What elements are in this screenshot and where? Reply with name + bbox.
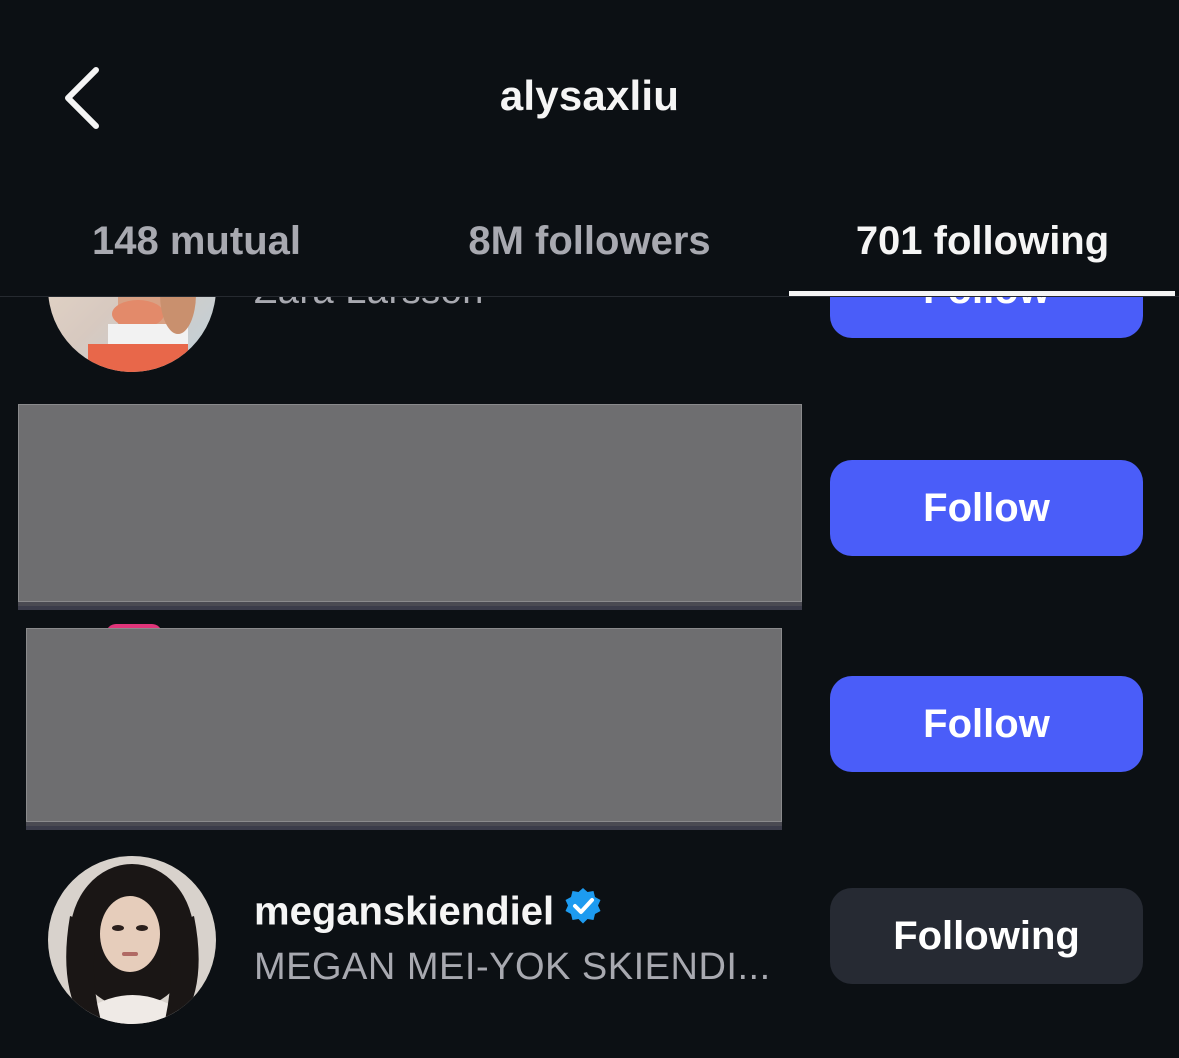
following-button[interactable]: Following [830,888,1143,984]
avatar[interactable] [48,856,216,1024]
top-bar: alysaxliu [0,0,1179,200]
follow-button[interactable]: Follow [830,296,1143,338]
list-item[interactable]: Zara Larsson Follow [0,296,1179,376]
username: meganskiendiel [254,888,604,940]
tab-following[interactable]: 701 following [786,206,1179,276]
list-item[interactable]: meganskiendiel MEGAN MEI-YOK SKIENDI... … [0,832,1179,1048]
redacted-block [26,628,782,822]
following-list[interactable]: Zara Larsson Follow Follow Follow [0,296,1179,1058]
following-list-screen: alysaxliu 148 mutual 8M followers 701 fo… [0,0,1179,1058]
page-title: alysaxliu [499,72,680,119]
tab-mutual[interactable]: 148 mutual [0,206,393,276]
full-name: Zara Larsson [254,296,484,313]
tab-followers[interactable]: 8M followers [393,206,786,276]
redacted-block [18,404,802,602]
avatar[interactable] [48,296,216,372]
full-name: MEGAN MEI-YOK SKIENDI... [254,946,771,988]
tab-bar: 148 mutual 8M followers 701 following [0,196,1179,297]
username-text: meganskiendiel [254,889,555,934]
active-tab-indicator [789,291,1175,296]
verified-badge-icon [562,885,604,937]
follow-button[interactable]: Follow [830,676,1143,772]
follow-button[interactable]: Follow [830,460,1143,556]
